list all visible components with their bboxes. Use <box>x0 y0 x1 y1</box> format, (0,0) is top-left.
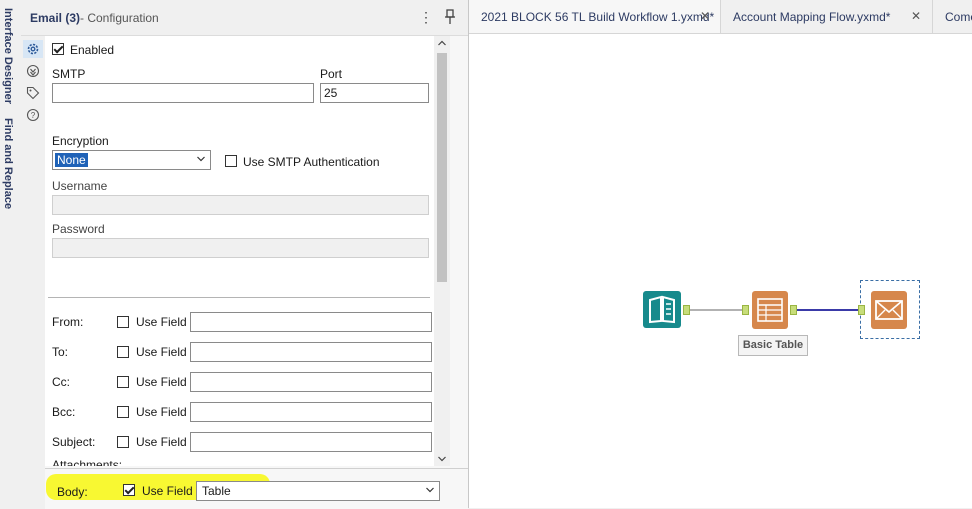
attachments-label: Attachments: <box>52 458 123 466</box>
username-label: Username <box>52 179 108 193</box>
output-anchor[interactable] <box>683 305 690 315</box>
smtp-input[interactable] <box>52 83 314 103</box>
to-label: To: <box>52 345 69 359</box>
tab-block56-workflow[interactable]: 2021 BLOCK 56 TL Build Workflow 1.yxmd* … <box>469 0 721 33</box>
more-options-icon[interactable]: ⋮ <box>419 8 433 26</box>
from-use-field-label: Use Field <box>136 315 187 329</box>
scroll-thumb[interactable] <box>437 53 447 282</box>
tab-account-mapping[interactable]: Account Mapping Flow.yxmd* ✕ <box>721 0 933 33</box>
from-use-field-checkbox[interactable] <box>117 316 129 328</box>
email-config-form: Enabled SMTP Port 25 Encryption None Use… <box>45 36 444 466</box>
body-field-dropdown[interactable]: Table <box>196 481 440 501</box>
email-tool[interactable] <box>871 291 907 329</box>
config-icon-strip: ? <box>21 36 45 508</box>
output-anchor[interactable] <box>790 305 797 315</box>
tab-label: Account Mapping Flow.yxmd* <box>733 10 891 24</box>
subject-label: Subject: <box>52 435 96 449</box>
body-label: Body: <box>57 485 88 499</box>
basic-table-caption[interactable]: Basic Table <box>738 335 808 356</box>
interface-designer-tab[interactable]: Interface Designer <box>2 8 14 104</box>
cc-use-field-label: Use Field <box>136 375 187 389</box>
workflow-canvas[interactable] <box>469 34 972 508</box>
to-use-field-label: Use Field <box>136 345 187 359</box>
password-label: Password <box>52 222 105 236</box>
chevron-down-icon <box>426 487 434 493</box>
panel-header: Email (3) - Configuration ⋮ <box>21 0 468 36</box>
from-label: From: <box>52 315 84 329</box>
workflow-tab-bar: 2021 BLOCK 56 TL Build Workflow 1.yxmd* … <box>469 0 972 34</box>
gear-icon[interactable] <box>26 42 40 56</box>
password-input <box>52 238 429 258</box>
subject-use-field-checkbox[interactable] <box>117 436 129 448</box>
tab-label: 2021 BLOCK 56 TL Build Workflow 1.yxmd* <box>481 10 715 24</box>
encryption-label: Encryption <box>52 134 109 148</box>
port-label: Port <box>320 67 343 81</box>
cc-use-field-checkbox[interactable] <box>117 376 129 388</box>
tab-come[interactable]: Come <box>933 0 972 33</box>
enabled-label: Enabled <box>70 43 115 57</box>
input-data-tool[interactable] <box>643 291 681 328</box>
tag-icon[interactable] <box>26 86 40 100</box>
subject-input[interactable] <box>190 432 432 452</box>
input-anchor[interactable] <box>858 305 865 315</box>
chevron-down-icon <box>197 156 205 162</box>
panel-title: Email (3) <box>30 11 81 25</box>
form-scrollbar[interactable] <box>434 36 450 466</box>
close-icon[interactable]: ✕ <box>700 9 710 23</box>
body-field-value: Table <box>202 484 231 498</box>
smtp-label: SMTP <box>52 67 86 81</box>
svg-text:?: ? <box>31 111 36 120</box>
tab-label: Come <box>945 10 972 24</box>
find-and-replace-tab[interactable]: Find and Replace <box>2 118 14 209</box>
anchor-icon[interactable] <box>26 64 40 78</box>
smtp-auth-label: Use SMTP Authentication <box>243 155 380 169</box>
from-input[interactable] <box>190 312 432 332</box>
to-input[interactable] <box>190 342 432 362</box>
side-panel-strip: Interface Designer Find and Replace <box>0 0 22 508</box>
username-input <box>52 195 429 215</box>
bcc-label: Bcc: <box>52 405 76 419</box>
to-use-field-checkbox[interactable] <box>117 346 129 358</box>
close-icon[interactable]: ✕ <box>911 9 921 23</box>
encryption-dropdown[interactable]: None <box>52 150 211 170</box>
encryption-value: None <box>55 153 88 167</box>
cc-label: Cc: <box>52 375 70 389</box>
section-divider <box>48 297 430 298</box>
panel-subtitle: - Configuration <box>80 11 159 25</box>
configuration-panel: Email (3) - Configuration ⋮ ? Enabled SM… <box>21 0 469 509</box>
body-use-field-checkbox[interactable] <box>123 484 135 496</box>
bcc-use-field-label: Use Field <box>136 405 187 419</box>
body-row: Body: Use Field Table <box>45 468 468 509</box>
scroll-up-icon[interactable] <box>438 40 446 46</box>
bcc-input[interactable] <box>190 402 432 422</box>
enabled-checkbox[interactable] <box>52 43 64 55</box>
port-input[interactable]: 25 <box>320 83 429 103</box>
basic-table-tool[interactable] <box>752 291 788 329</box>
scroll-down-icon[interactable] <box>438 456 446 462</box>
smtp-auth-checkbox[interactable] <box>225 155 237 167</box>
body-use-field-label: Use Field <box>142 484 193 498</box>
pin-icon[interactable] <box>443 9 457 25</box>
input-anchor[interactable] <box>742 305 749 315</box>
help-icon[interactable]: ? <box>26 108 40 122</box>
subject-use-field-label: Use Field <box>136 435 187 449</box>
cc-input[interactable] <box>190 372 432 392</box>
bcc-use-field-checkbox[interactable] <box>117 406 129 418</box>
